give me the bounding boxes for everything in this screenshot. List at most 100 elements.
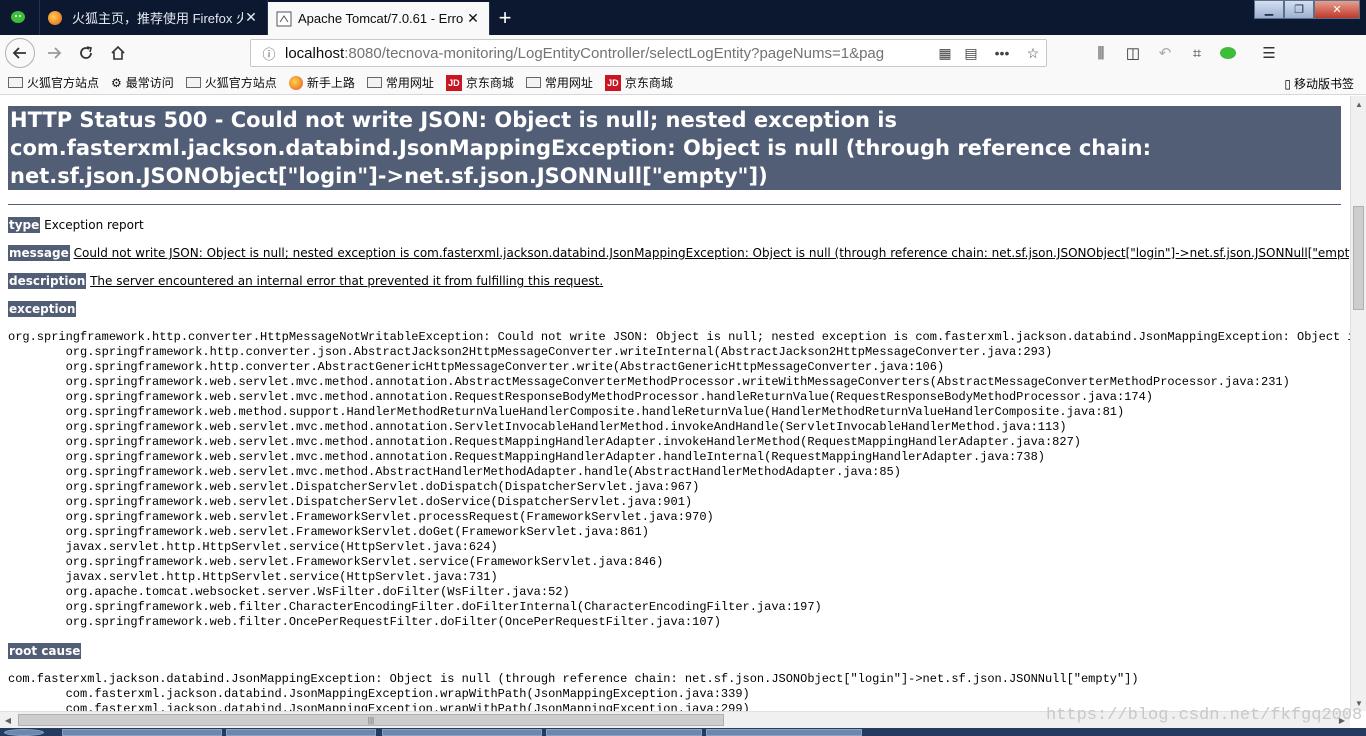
type-row: type Exception report — [8, 217, 144, 233]
page-icon — [276, 11, 292, 26]
bookmarks-toolbar: 火狐官方站点 ⚙ 最常访问 火狐官方站点 新手上路 常用网址 JD 京东商城 常用网… — [0, 71, 1366, 95]
tab-title: 火狐主页，推荐使用 Firefox 火 — [72, 11, 243, 26]
undo-icon[interactable]: ↶ — [1149, 37, 1181, 69]
bookmark-label: 新手上路 — [306, 76, 355, 90]
forward-arrow-icon — [48, 47, 62, 59]
bookmark-label: 京东商城 — [465, 76, 514, 90]
firefox-icon — [48, 10, 62, 25]
page-content: HTTP Status 500 - Could not write JSON: … — [0, 96, 1350, 711]
root-cause-row: root cause — [8, 643, 82, 659]
forward-button[interactable] — [38, 37, 70, 69]
taskbar-item[interactable] — [706, 729, 862, 736]
type-label: type — [8, 217, 41, 233]
new-tab-button[interactable]: + — [490, 0, 520, 35]
bookmark-item[interactable]: JD 京东商城 — [604, 74, 673, 91]
tab-firefox-home[interactable]: 火狐主页，推荐使用 Firefox 火 ✕ — [40, 0, 268, 35]
message-value: Could not write JSON: Object is null; ne… — [73, 246, 1350, 260]
sidebar-icon[interactable]: ◫ — [1117, 37, 1149, 69]
tab-close-icon[interactable]: ✕ — [243, 9, 259, 26]
tab-close-icon[interactable]: ✕ — [465, 10, 481, 27]
bookmark-label: 京东商城 — [624, 76, 673, 90]
bookmark-item[interactable]: 新手上路 — [288, 74, 355, 91]
type-value: Exception report — [44, 218, 144, 232]
mobile-bookmarks-label: 移动版书签 — [1293, 77, 1354, 91]
scroll-up-icon[interactable]: ▲ — [1351, 96, 1366, 112]
tab-tomcat-error[interactable]: Apache Tomcat/7.0.61 - Erro ✕ — [268, 2, 490, 35]
minimize-button[interactable]: ▁ — [1254, 0, 1284, 19]
taskbar-item[interactable] — [546, 729, 702, 736]
scroll-left-icon[interactable]: ◀ — [0, 712, 16, 728]
right-toolbar: ⫼ ◫ ↶ ⌗ ☰ — [1085, 37, 1285, 69]
reload-button[interactable] — [70, 37, 102, 69]
url-host: localhost — [285, 44, 345, 62]
vertical-scroll-thumb[interactable] — [1353, 206, 1364, 310]
taskbar-item[interactable] — [226, 729, 376, 736]
bookmark-label: 常用网址 — [385, 76, 434, 90]
nav-toolbar: ⓘ localhost:8080/tecnova-monitoring/LogE… — [0, 35, 1366, 71]
mobile-bookmarks[interactable]: ▯ 移动版书签 — [1284, 75, 1354, 92]
url-bar[interactable]: ⓘ localhost:8080/tecnova-monitoring/LogE… — [250, 39, 1047, 67]
folder-icon — [525, 77, 541, 88]
library-icon[interactable]: ⫼ — [1085, 37, 1117, 69]
bookmark-item[interactable]: 火狐官方站点 — [8, 74, 99, 91]
jd-icon: JD — [604, 74, 621, 91]
message-label: message — [8, 245, 70, 261]
bookmark-item[interactable]: 常用网址 — [525, 74, 593, 91]
maximize-button[interactable]: ❐ — [1284, 0, 1314, 19]
bookmark-item[interactable]: JD 京东商城 — [445, 74, 514, 91]
reload-icon — [80, 46, 92, 59]
description-value: The server encountered an internal error… — [90, 274, 604, 288]
start-button[interactable] — [4, 729, 44, 736]
description-row: description The server encountered an in… — [8, 273, 604, 289]
tab-strip: 火狐主页，推荐使用 Firefox 火 ✕ Apache Tomcat/7.0.… — [0, 0, 1366, 35]
message-row: message Could not write JSON: Object is … — [8, 245, 1350, 261]
bookmark-item[interactable]: 常用网址 — [366, 74, 434, 91]
description-label: description — [8, 273, 87, 289]
back-button[interactable] — [5, 38, 35, 68]
bookmark-label: 火狐官方站点 — [27, 76, 100, 90]
bookmark-item[interactable]: ⚙ 最常访问 — [111, 74, 174, 91]
horizontal-scroll-thumb[interactable]: ||| — [18, 714, 724, 726]
url-path: :8080/tecnova-monitoring/LogEntityContro… — [344, 44, 885, 62]
bookmark-label: 常用网址 — [544, 76, 593, 90]
home-icon — [111, 45, 125, 60]
bookmark-item[interactable]: 火狐官方站点 — [185, 74, 277, 91]
info-icon[interactable]: ⓘ — [257, 44, 281, 63]
mobile-icon: ▯ — [1284, 76, 1291, 91]
bookmark-label: 最常访问 — [125, 76, 174, 90]
firefox-icon — [288, 75, 303, 90]
bookmark-label: 火狐官方站点 — [204, 76, 277, 90]
os-taskbar — [0, 728, 1366, 736]
root-cause-label: root cause — [8, 643, 82, 659]
qr-code-icon[interactable]: ▦ — [932, 45, 958, 62]
bookmark-star-icon[interactable]: ☆ — [1020, 45, 1046, 62]
back-arrow-icon — [12, 47, 26, 59]
screenshot-icon[interactable]: ⌗ — [1181, 37, 1213, 69]
folder-icon — [8, 77, 23, 88]
taskbar-item[interactable] — [382, 729, 542, 736]
taskbar-item[interactable] — [62, 729, 222, 736]
close-window-button[interactable]: ✕ — [1314, 0, 1360, 19]
exception-row: exception — [8, 301, 77, 317]
hamburger-menu-icon[interactable]: ☰ — [1253, 37, 1285, 69]
vertical-scrollbar[interactable]: ▲ ▼ — [1350, 96, 1366, 711]
window-controls: ▁ ❐ ✕ — [1254, 0, 1360, 19]
divider — [8, 204, 1341, 205]
folder-icon — [185, 77, 201, 88]
url-text[interactable]: localhost:8080/tecnova-monitoring/LogEnt… — [281, 45, 932, 62]
wechat-icon[interactable] — [1213, 37, 1245, 69]
tab-title: Apache Tomcat/7.0.61 - Erro — [298, 11, 464, 26]
exception-stack-trace: org.springframework.http.converter.HttpM… — [8, 330, 1350, 629]
home-button[interactable] — [102, 37, 134, 69]
reader-view-icon[interactable]: ▤ — [958, 45, 984, 62]
pinned-tab-wechat[interactable] — [0, 0, 40, 35]
root-cause-stack-trace: com.fasterxml.jackson.databind.JsonMappi… — [8, 672, 1139, 711]
wechat-icon — [10, 10, 25, 23]
jd-icon: JD — [445, 74, 462, 91]
exception-label: exception — [8, 301, 77, 317]
gear-icon: ⚙ — [111, 75, 122, 90]
watermark: https://blog.csdn.net/fkfgq2008 — [1046, 706, 1363, 725]
more-dots-icon[interactable]: ••• — [984, 45, 1020, 61]
error-heading: HTTP Status 500 - Could not write JSON: … — [8, 106, 1341, 190]
folder-icon — [366, 77, 382, 88]
